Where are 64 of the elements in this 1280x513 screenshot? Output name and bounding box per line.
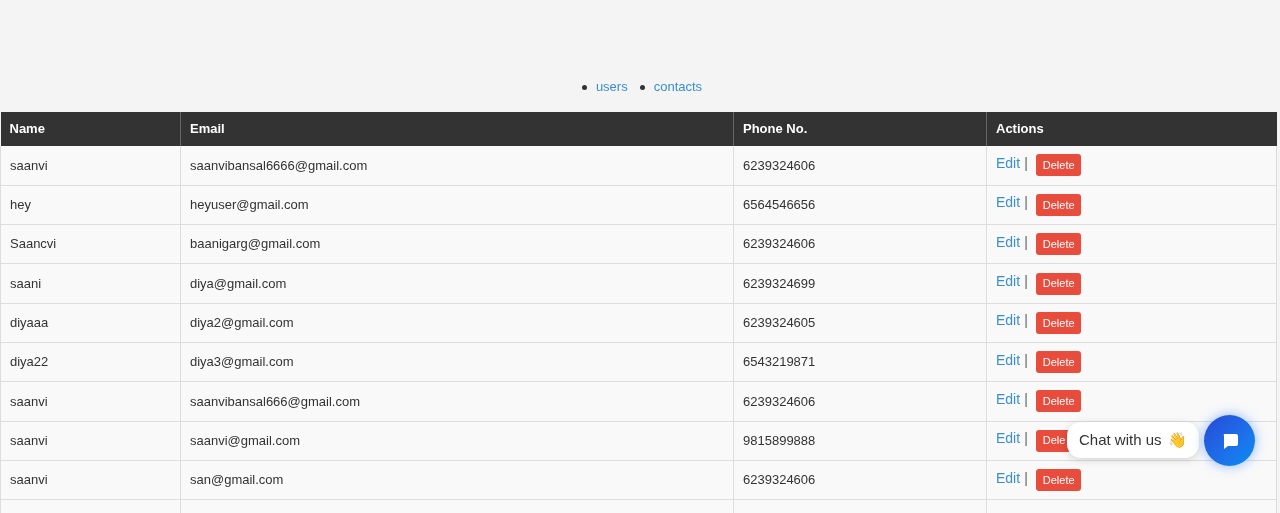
table-cell: saanvi (0, 460, 181, 500)
column-header: Name (0, 112, 181, 146)
edit-link[interactable]: Edit (996, 467, 1021, 489)
table-cell: saanvi@gmail.com (180, 421, 734, 461)
table-cell: 6239324606 (733, 460, 987, 500)
edit-link[interactable]: Edit (996, 310, 1021, 332)
delete-button[interactable]: Delete (1035, 233, 1081, 256)
chat-bubble[interactable]: Chat with us 👋 (1067, 422, 1199, 458)
table-cell: 6564546656 (733, 185, 987, 225)
table-cell: saanvibansal6666@gmail.com (180, 146, 734, 186)
edit-link[interactable]: Edit (996, 192, 1021, 214)
separator: | (1024, 311, 1028, 331)
bullet-icon (581, 84, 587, 90)
table-cell: diya3@gmail.com (180, 342, 734, 382)
table-cell: 6239324606 (733, 224, 987, 264)
table-cell: saanvi (0, 381, 181, 422)
table-cell: 6239324606 (733, 146, 987, 186)
delete-button[interactable]: Delete (1035, 154, 1081, 177)
nav-link[interactable]: contacts (653, 77, 703, 97)
bullet-icon (639, 84, 645, 90)
edit-link[interactable]: Edit (996, 428, 1021, 450)
separator: | (1024, 350, 1028, 370)
waving-hand-icon: 👋 (1167, 428, 1187, 452)
column-header: Phone No. (733, 112, 987, 146)
separator: | (1024, 193, 1028, 213)
table-cell: Saancvi (0, 224, 181, 264)
table-cell: diya22 (0, 342, 181, 382)
delete-button[interactable]: Delete (1035, 272, 1081, 295)
table-cell: saanvi (0, 146, 181, 186)
chat-label: Chat with us (1079, 429, 1162, 450)
separator: | (1024, 272, 1028, 292)
table-cell: san@gmail.com (180, 460, 734, 500)
edit-link[interactable]: Edit (996, 349, 1021, 371)
delete-button[interactable]: Delete (1035, 469, 1081, 491)
column-header: Actions (986, 112, 1277, 146)
table-cell: 6239324606 (733, 381, 987, 422)
table-cell: diya@gmail.com (180, 263, 734, 304)
delete-button[interactable]: Delete (1035, 193, 1081, 216)
table-cell: baanigarg@gmail.com (180, 224, 734, 264)
table-cell: saanvibansal666@gmail.com (180, 381, 734, 422)
separator: | (1024, 429, 1028, 449)
nav-link[interactable]: users (595, 77, 628, 97)
edit-link[interactable]: Edit (996, 271, 1021, 293)
table-cell: 6543219871 (733, 342, 987, 382)
separator: | (1024, 153, 1028, 173)
edit-link[interactable]: Edit (996, 231, 1021, 253)
table-cell: 9815899888 (733, 421, 987, 461)
delete-button[interactable]: Delete (1035, 311, 1081, 334)
separator: | (1024, 232, 1028, 252)
separator: | (1024, 389, 1028, 409)
table-cell: saanvi (0, 421, 181, 461)
column-header: Email (180, 112, 734, 146)
table-cell: hey (0, 185, 181, 225)
edit-link[interactable]: Edit (996, 152, 1021, 174)
table-cell: 6239324605 (733, 303, 987, 343)
table-cell: heyuser@gmail.com (180, 185, 734, 225)
separator: | (1024, 468, 1028, 488)
table-cell: 6239324699 (733, 263, 987, 304)
table-cell: diyaaa (0, 303, 181, 343)
edit-link[interactable]: Edit (996, 388, 1021, 410)
table-cell: saani (0, 263, 181, 304)
delete-button[interactable]: Delete (1035, 390, 1081, 413)
delete-button[interactable]: Delete (1035, 351, 1081, 374)
table-cell: diya2@gmail.com (180, 303, 734, 343)
